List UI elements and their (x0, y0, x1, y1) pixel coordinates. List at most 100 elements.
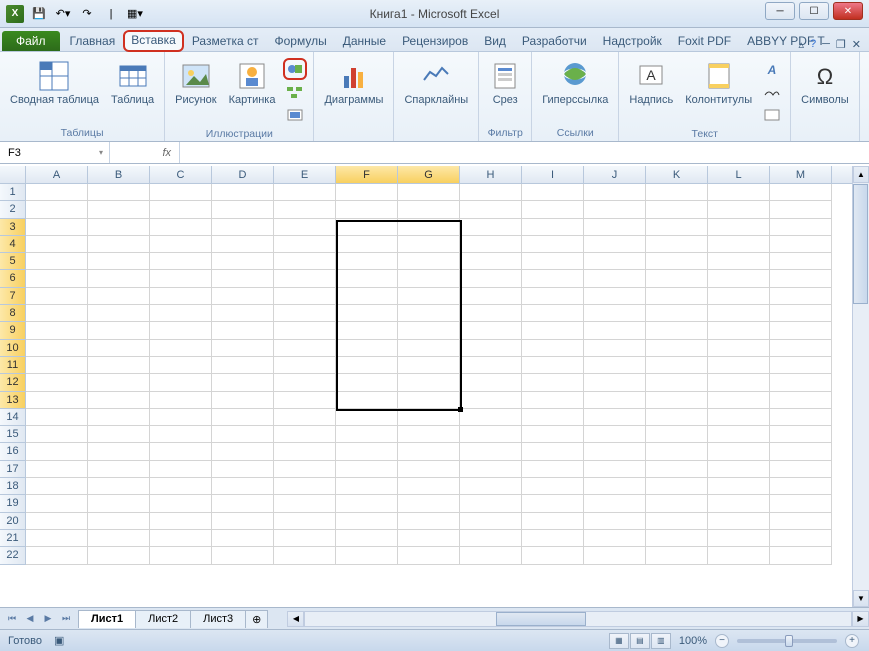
cell-F21[interactable] (336, 530, 398, 547)
row-header-6[interactable]: 6 (0, 270, 26, 287)
select-all-corner[interactable] (0, 166, 26, 183)
col-header-L[interactable]: L (708, 166, 770, 183)
shapes-button[interactable] (283, 58, 307, 80)
cell-B10[interactable] (88, 340, 150, 357)
cell-I5[interactable] (522, 253, 584, 270)
cell-G20[interactable] (398, 513, 460, 530)
cell-J8[interactable] (584, 305, 646, 322)
cell-H8[interactable] (460, 305, 522, 322)
cell-C16[interactable] (150, 443, 212, 460)
cell-M19[interactable] (770, 495, 832, 512)
cell-J2[interactable] (584, 201, 646, 218)
cell-H20[interactable] (460, 513, 522, 530)
cell-F11[interactable] (336, 357, 398, 374)
cell-H16[interactable] (460, 443, 522, 460)
cell-K7[interactable] (646, 288, 708, 305)
cell-K5[interactable] (646, 253, 708, 270)
cell-K12[interactable] (646, 374, 708, 391)
col-header-J[interactable]: J (584, 166, 646, 183)
zoom-out-button[interactable]: − (715, 634, 729, 648)
cell-I16[interactable] (522, 443, 584, 460)
cell-K18[interactable] (646, 478, 708, 495)
pivot-table-button[interactable]: Сводная таблица (6, 58, 103, 108)
sparklines-button[interactable]: Спарклайны (400, 58, 472, 108)
cell-D1[interactable] (212, 184, 274, 201)
cell-M5[interactable] (770, 253, 832, 270)
save-icon[interactable]: 💾 (28, 4, 50, 24)
sheet-next-button[interactable]: ▶ (40, 613, 56, 624)
cell-J17[interactable] (584, 461, 646, 478)
charts-button[interactable]: Диаграммы (320, 58, 387, 108)
cell-E17[interactable] (274, 461, 336, 478)
cell-D11[interactable] (212, 357, 274, 374)
cell-I1[interactable] (522, 184, 584, 201)
cell-D4[interactable] (212, 236, 274, 253)
cell-B22[interactable] (88, 547, 150, 564)
cell-I10[interactable] (522, 340, 584, 357)
cell-J11[interactable] (584, 357, 646, 374)
cell-H12[interactable] (460, 374, 522, 391)
object-button[interactable] (760, 104, 784, 126)
cell-F18[interactable] (336, 478, 398, 495)
cell-A2[interactable] (26, 201, 88, 218)
cell-D8[interactable] (212, 305, 274, 322)
scroll-right-button[interactable]: ▶ (852, 611, 869, 627)
cell-A22[interactable] (26, 547, 88, 564)
row-header-22[interactable]: 22 (0, 547, 26, 564)
col-header-K[interactable]: K (646, 166, 708, 183)
cell-F2[interactable] (336, 201, 398, 218)
ribbon-tab-8[interactable]: Надстройк (595, 30, 670, 51)
col-header-D[interactable]: D (212, 166, 274, 183)
cell-C12[interactable] (150, 374, 212, 391)
cell-L5[interactable] (708, 253, 770, 270)
cell-L7[interactable] (708, 288, 770, 305)
cell-A12[interactable] (26, 374, 88, 391)
cell-G16[interactable] (398, 443, 460, 460)
col-header-I[interactable]: I (522, 166, 584, 183)
hscroll-thumb[interactable] (496, 612, 586, 626)
cell-F16[interactable] (336, 443, 398, 460)
cell-I2[interactable] (522, 201, 584, 218)
cell-E13[interactable] (274, 392, 336, 409)
cell-F17[interactable] (336, 461, 398, 478)
cell-G17[interactable] (398, 461, 460, 478)
cell-J6[interactable] (584, 270, 646, 287)
excel-logo-icon[interactable]: X (4, 4, 26, 24)
cell-G6[interactable] (398, 270, 460, 287)
cell-G19[interactable] (398, 495, 460, 512)
cell-J9[interactable] (584, 322, 646, 339)
cell-J19[interactable] (584, 495, 646, 512)
cell-E2[interactable] (274, 201, 336, 218)
row-header-2[interactable]: 2 (0, 201, 26, 218)
cell-D10[interactable] (212, 340, 274, 357)
cell-M15[interactable] (770, 426, 832, 443)
cell-D12[interactable] (212, 374, 274, 391)
zoom-slider[interactable] (737, 639, 837, 643)
cell-L8[interactable] (708, 305, 770, 322)
cell-F13[interactable] (336, 392, 398, 409)
cell-I14[interactable] (522, 409, 584, 426)
cell-H22[interactable] (460, 547, 522, 564)
cell-H4[interactable] (460, 236, 522, 253)
horizontal-scrollbar[interactable]: ◀ ▶ (287, 611, 869, 627)
cell-B20[interactable] (88, 513, 150, 530)
cell-H19[interactable] (460, 495, 522, 512)
cell-M16[interactable] (770, 443, 832, 460)
cell-L21[interactable] (708, 530, 770, 547)
cell-H13[interactable] (460, 392, 522, 409)
sheet-tab-2[interactable]: Лист3 (190, 610, 246, 628)
cell-G7[interactable] (398, 288, 460, 305)
hyperlink-button[interactable]: Гиперссылка (538, 58, 612, 108)
cell-A21[interactable] (26, 530, 88, 547)
zoom-in-button[interactable]: + (845, 634, 859, 648)
cell-J12[interactable] (584, 374, 646, 391)
cell-F5[interactable] (336, 253, 398, 270)
zoom-level[interactable]: 100% (679, 635, 707, 647)
cell-E9[interactable] (274, 322, 336, 339)
col-header-B[interactable]: B (88, 166, 150, 183)
insert-sheet-button[interactable]: ⊕ (245, 610, 268, 628)
cell-F14[interactable] (336, 409, 398, 426)
header-footer-button[interactable]: Колонтитулы (681, 58, 756, 108)
cell-K2[interactable] (646, 201, 708, 218)
file-tab[interactable]: Файл (2, 31, 60, 51)
